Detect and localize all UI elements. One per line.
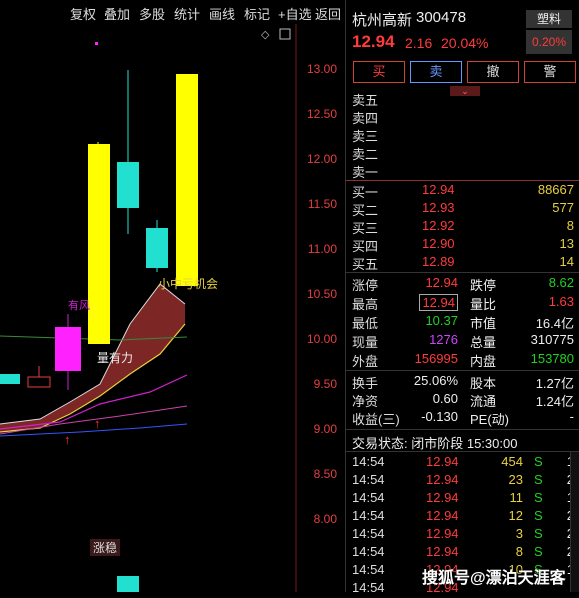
price-change: 2.16 [405, 35, 433, 51]
buy-level-row[interactable]: 买五 12.89 14 [346, 254, 579, 272]
buy-level-row[interactable]: 买二 12.93 577 [346, 200, 579, 218]
toolbar-diejia[interactable]: 叠加 [104, 4, 130, 23]
stat-row: 最低 10.37 市值 16.4亿 [352, 313, 574, 331]
cancel-button[interactable]: 撤 [467, 61, 519, 83]
sector-badge[interactable]: 塑料 [526, 10, 572, 28]
toolbar-fuquan[interactable]: 复权 [70, 4, 96, 23]
price-tick: 8.00 [313, 512, 337, 526]
annotation-youfeng: 有风 [68, 300, 90, 312]
stat-row: 现量 1276 总量 310775 [352, 332, 574, 350]
price-tick: 11.50 [307, 197, 337, 211]
stat-row: 外盘 156995 内盘 153780 [352, 351, 574, 369]
trade-status: 交易状态: 闭市阶段 15:30:00 [352, 436, 518, 451]
quote-panel: 杭州高新 300478 塑料 0.20% 12.94 2.16 20.04% 买… [345, 0, 579, 595]
chart-toolbar: 复权 叠加 多股 统计 画线 标记 +自选 返回 [0, 0, 345, 24]
sell-level-label: 卖四 [352, 111, 379, 126]
watermark: 搜狐号@漂泊天涯客 [422, 570, 566, 587]
stock-name: 杭州高新 [352, 12, 413, 29]
buy-level-row[interactable]: 买一 12.94 88667 [346, 182, 579, 200]
price-tick: 10.50 [306, 287, 337, 301]
candle [55, 327, 81, 371]
tick-row: 14:5412.9411S1 [352, 490, 574, 505]
toolbar-biaoji[interactable]: 标记 [244, 4, 270, 23]
price-tick: 10.00 [306, 332, 337, 346]
candle [0, 374, 20, 384]
tick-row: 14:5412.94454S1 [352, 454, 574, 469]
buy-arrow-icon: ↑ [64, 432, 71, 447]
tick-scrollbar[interactable] [570, 452, 579, 592]
stat-row: 净资 0.60 流通 1.24亿 [352, 391, 574, 409]
candle [146, 228, 168, 268]
sell-button[interactable]: 卖 [410, 61, 462, 83]
price-tick: 13.00 [306, 62, 337, 76]
kline-svg: ◇ ↑ ↑ [0, 24, 297, 592]
annotation-xiaochu: 小中亏机会 [158, 277, 219, 291]
stock-code: 300478 [416, 9, 467, 26]
toolbar-zixuan[interactable]: +自选 [278, 4, 312, 23]
price-change-pct: 20.04% [441, 35, 489, 51]
last-price: 12.94 [352, 32, 395, 51]
buy-level-row[interactable]: 买四 12.90 13 [346, 236, 579, 254]
alert-button[interactable]: 警 [524, 61, 576, 83]
tick-row: 14:5412.9423S2 [352, 472, 574, 487]
price-tick: 9.00 [313, 422, 337, 436]
toolbar-duogu[interactable]: 多股 [139, 4, 165, 23]
candle-limit-up [88, 144, 110, 344]
tick-row: 14:5412.9412S2 [352, 508, 574, 523]
buy-level-row[interactable]: 买三 12.92 8 [346, 218, 579, 236]
sell-level-label: 卖一 [352, 165, 379, 180]
price-tick: 12.00 [306, 152, 337, 166]
diamond-icon: ◇ [261, 29, 270, 41]
annotation-liangyouli: 量有力 [97, 351, 134, 365]
toolbar-fanhui[interactable]: 返回 [315, 4, 341, 23]
candle-limit-up [176, 74, 198, 286]
sell-level-label: 卖二 [352, 147, 379, 162]
sector-badge-pct: 0.20% [526, 30, 572, 54]
candle [117, 162, 139, 208]
candle [27, 376, 51, 388]
sell-level-label: 卖三 [352, 129, 379, 144]
toolbar-huaxian[interactable]: 画线 [209, 4, 235, 23]
tick-row: 14:5412.948S2 [352, 544, 574, 559]
stat-row: 最高 12.94 量比 1.63 [352, 294, 574, 312]
price-tick: 11.00 [307, 242, 337, 256]
price-tick: 12.50 [306, 107, 337, 121]
stat-row: 换手 25.06% 股本 1.27亿 [352, 373, 574, 391]
buy-button[interactable]: 买 [353, 61, 405, 83]
stat-row: 收益(三) -0.130 PE(动) - [352, 409, 574, 427]
toolbar-tongji[interactable]: 统计 [174, 4, 200, 23]
volume-bar [117, 576, 139, 592]
sell-level-label: 卖五 [352, 93, 379, 108]
price-tick: 8.50 [313, 467, 337, 481]
stat-row: 涨停 12.94 跌停 8.62 [352, 275, 574, 293]
annotation-zhangting: 涨稳 [90, 539, 121, 556]
kline-chart[interactable]: ◇ ↑ ↑ 有风 量有力 小中亏机会 涨稳 13.00 12.50 12.00 … [0, 24, 345, 592]
buy-arrow-icon: ↑ [94, 416, 101, 431]
window-icon [279, 28, 291, 40]
price-tick: 9.50 [313, 377, 337, 391]
tick-row: 14:5412.943S2 [352, 526, 574, 541]
